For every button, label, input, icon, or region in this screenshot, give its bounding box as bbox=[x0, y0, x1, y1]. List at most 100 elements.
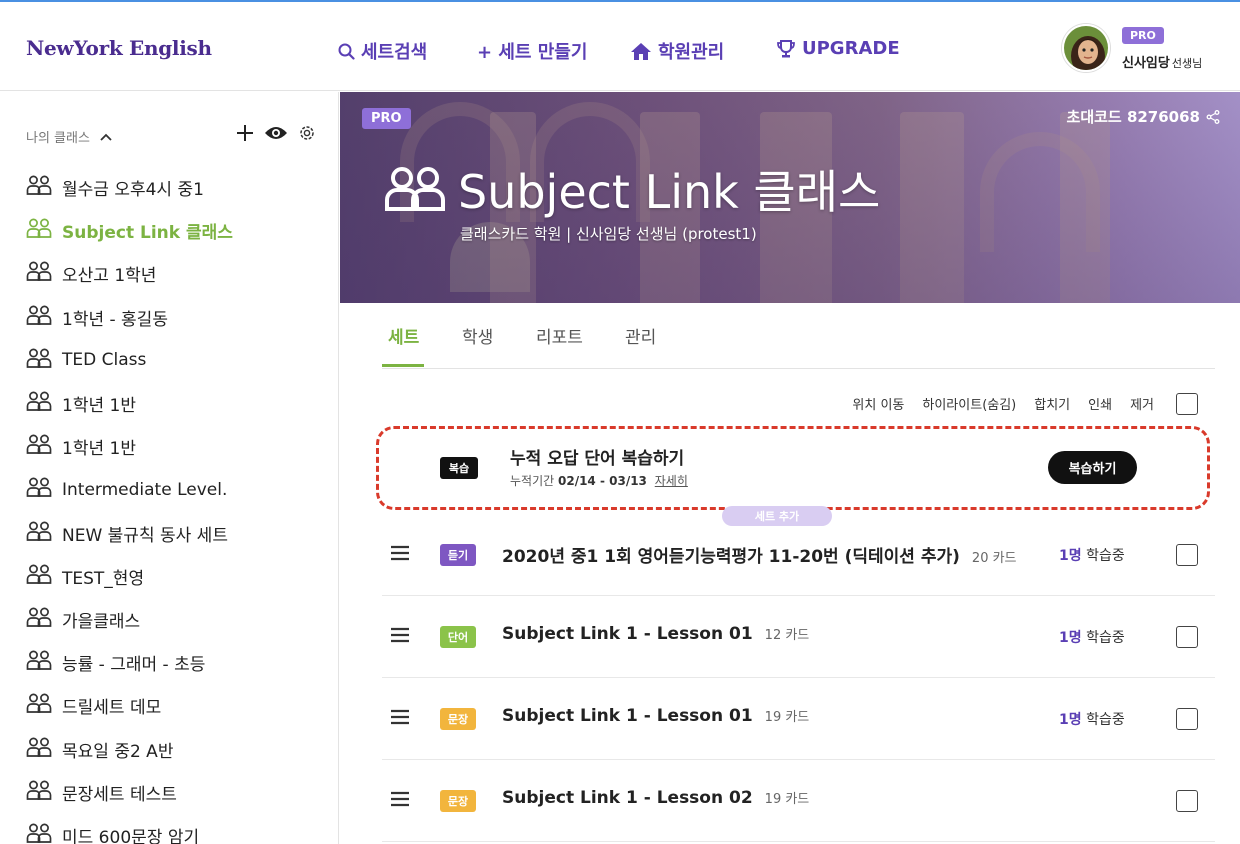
drag-handle-icon[interactable] bbox=[390, 545, 410, 561]
people-icon bbox=[26, 737, 52, 762]
sidebar-class-item[interactable]: 미드 600문장 암기 bbox=[26, 814, 233, 844]
remove-action[interactable]: 제거 bbox=[1130, 394, 1154, 413]
sidebar-class-item[interactable]: 1학년 1반 bbox=[26, 425, 233, 468]
nav-academy-management[interactable]: 학원관리 bbox=[630, 38, 724, 64]
gear-icon[interactable] bbox=[298, 124, 316, 142]
nav-upgrade[interactable]: UPGRADE bbox=[776, 38, 900, 59]
set-title-text: Subject Link 1 - Lesson 02 bbox=[502, 788, 753, 808]
set-learners-count: 1명 bbox=[1059, 630, 1082, 646]
sidebar-class-label: 오산고 1학년 bbox=[62, 266, 157, 287]
people-icon bbox=[26, 607, 52, 632]
sidebar-class-item[interactable]: Intermediate Level. bbox=[26, 468, 233, 511]
sidebar-class-item[interactable]: Subject Link 클래스 bbox=[26, 209, 233, 252]
set-learners-label: 학습중 bbox=[1086, 548, 1125, 564]
tab-manage[interactable]: 관리 bbox=[625, 323, 656, 348]
sidebar-class-label: TED Class bbox=[62, 350, 147, 371]
user-avatar[interactable] bbox=[1062, 24, 1110, 72]
set-row[interactable]: 문장 Subject Link 1 - Lesson 02 19 카드 bbox=[382, 760, 1215, 842]
people-icon bbox=[26, 650, 52, 675]
tab-students[interactable]: 학생 bbox=[462, 323, 493, 348]
set-checkbox[interactable] bbox=[1176, 626, 1198, 648]
nav-create-set-label: + 세트 만들기 bbox=[477, 42, 588, 63]
class-subtitle: 클래스카드 학원 | 신사임당 선생님 (protest1) bbox=[460, 225, 757, 243]
set-checkbox[interactable] bbox=[1176, 790, 1198, 812]
set-title[interactable]: Subject Link 1 - Lesson 02 19 카드 bbox=[502, 788, 809, 808]
highlight-action[interactable]: 하이라이트(숨김) bbox=[922, 394, 1016, 413]
app-logo[interactable]: NewYork English bbox=[26, 36, 212, 60]
tab-reports[interactable]: 리포트 bbox=[536, 323, 583, 348]
sidebar-class-item[interactable]: 1학년 1반 bbox=[26, 382, 233, 425]
set-card-count: 20 카드 bbox=[971, 551, 1017, 566]
home-icon bbox=[631, 42, 651, 60]
set-learners-count: 1명 bbox=[1059, 548, 1082, 564]
sidebar-class-label: 목요일 중2 A반 bbox=[62, 741, 174, 762]
sidebar-class-label: 문장세트 테스트 bbox=[62, 784, 177, 805]
set-checkbox[interactable] bbox=[1176, 708, 1198, 730]
sidebar-class-label: 능률 - 그래머 - 초등 bbox=[62, 655, 206, 676]
sidebar-class-label: 1학년 1반 bbox=[62, 396, 136, 417]
nav-set-search-label: 세트검색 bbox=[361, 42, 428, 63]
sidebar-class-item[interactable]: 문장세트 테스트 bbox=[26, 771, 233, 814]
set-title[interactable]: Subject Link 1 - Lesson 01 19 카드 bbox=[502, 706, 809, 726]
sidebar-class-label: 가을클래스 bbox=[62, 611, 141, 632]
tab-sets[interactable]: 세트 bbox=[388, 323, 419, 348]
set-row[interactable]: 듣기 2020년 중1 1회 영어듣기능력평가 11-20번 (딕테이션 추가) 2… bbox=[382, 514, 1215, 596]
sidebar-class-label: NEW 불규칙 동사 세트 bbox=[62, 525, 228, 546]
set-title[interactable]: 2020년 중1 1회 영어듣기능력평가 11-20번 (딕테이션 추가) 20 … bbox=[502, 542, 1017, 567]
sidebar-class-item[interactable]: 1학년 - 홍길동 bbox=[26, 296, 233, 339]
set-type-tag: 듣기 bbox=[440, 544, 476, 566]
user-name-text: 신사임당 bbox=[1122, 56, 1170, 71]
set-type-tag: 문장 bbox=[440, 790, 476, 812]
set-title-text: Subject Link 1 - Lesson 01 bbox=[502, 706, 753, 726]
set-row[interactable]: 단어 Subject Link 1 - Lesson 01 12 카드 1명 학습중 bbox=[382, 596, 1215, 678]
user-title-suffix: 선생님 bbox=[1171, 57, 1203, 70]
sidebar-class-item[interactable]: 오산고 1학년 bbox=[26, 252, 233, 295]
sidebar-class-item[interactable]: NEW 불규칙 동사 세트 bbox=[26, 512, 233, 555]
set-learners-label: 학습중 bbox=[1086, 712, 1125, 728]
merge-action[interactable]: 합치기 bbox=[1034, 394, 1070, 413]
select-all-checkbox[interactable] bbox=[1176, 393, 1198, 415]
class-title-text: Subject Link 클래스 bbox=[458, 165, 881, 219]
sidebar-class-item[interactable]: 월수금 오후4시 중1 bbox=[26, 166, 233, 209]
people-icon bbox=[26, 391, 52, 416]
sidebar-class-item[interactable]: TEST_현영 bbox=[26, 555, 233, 598]
sidebar-class-label: Subject Link 클래스 bbox=[62, 223, 233, 244]
sidebar-class-item[interactable]: 능률 - 그래머 - 초등 bbox=[26, 641, 233, 684]
set-learners: 1명 학습중 bbox=[1059, 709, 1125, 729]
my-classes-header[interactable]: 나의 클래스 bbox=[26, 127, 112, 146]
user-name[interactable]: 신사임당 선생님 bbox=[1122, 52, 1202, 71]
drag-handle-icon[interactable] bbox=[390, 709, 410, 725]
chevron-up-icon[interactable] bbox=[100, 133, 112, 141]
sidebar-class-label: 1학년 1반 bbox=[62, 439, 136, 460]
class-tabs: 세트 학생 리포트 관리 bbox=[382, 303, 1215, 369]
set-card-count: 12 카드 bbox=[764, 628, 810, 643]
eye-icon[interactable] bbox=[264, 125, 288, 141]
sidebar-class-item[interactable]: 가을클래스 bbox=[26, 598, 233, 641]
set-card-count: 19 카드 bbox=[764, 710, 810, 725]
drag-handle-icon[interactable] bbox=[390, 627, 410, 643]
set-learners: 1명 학습중 bbox=[1059, 545, 1125, 565]
sidebar-class-item[interactable]: 목요일 중2 A반 bbox=[26, 727, 233, 770]
sidebar-class-label: 드릴세트 데모 bbox=[62, 698, 162, 719]
set-checkbox[interactable] bbox=[1176, 544, 1198, 566]
set-card-count: 19 카드 bbox=[764, 792, 810, 807]
sidebar-class-item[interactable]: 드릴세트 데모 bbox=[26, 684, 233, 727]
set-row[interactable]: 문장 Subject Link 1 - Lesson 01 19 카드 1명 학습중 bbox=[382, 678, 1215, 760]
add-class-icon[interactable] bbox=[236, 124, 254, 142]
sidebar-class-label: Intermediate Level. bbox=[62, 479, 228, 500]
sidebar-class-item[interactable]: TED Class bbox=[26, 339, 233, 382]
sidebar-class-label: TEST_현영 bbox=[62, 568, 145, 589]
set-title[interactable]: Subject Link 1 - Lesson 01 12 카드 bbox=[502, 624, 809, 644]
people-icon bbox=[26, 348, 52, 373]
people-icon bbox=[26, 823, 52, 844]
print-action[interactable]: 인쇄 bbox=[1088, 394, 1112, 413]
share-icon[interactable] bbox=[1206, 109, 1220, 124]
trophy-icon bbox=[777, 39, 795, 57]
set-learners-count: 1명 bbox=[1059, 712, 1082, 728]
nav-create-set[interactable]: + 세트 만들기 bbox=[477, 38, 587, 64]
move-position-action[interactable]: 위치 이동 bbox=[852, 394, 904, 413]
nav-set-search[interactable]: 세트검색 bbox=[338, 38, 427, 64]
active-tab-indicator bbox=[382, 364, 424, 367]
invite-code[interactable]: 초대코드 8276068 bbox=[1067, 106, 1220, 127]
drag-handle-icon[interactable] bbox=[390, 791, 410, 807]
